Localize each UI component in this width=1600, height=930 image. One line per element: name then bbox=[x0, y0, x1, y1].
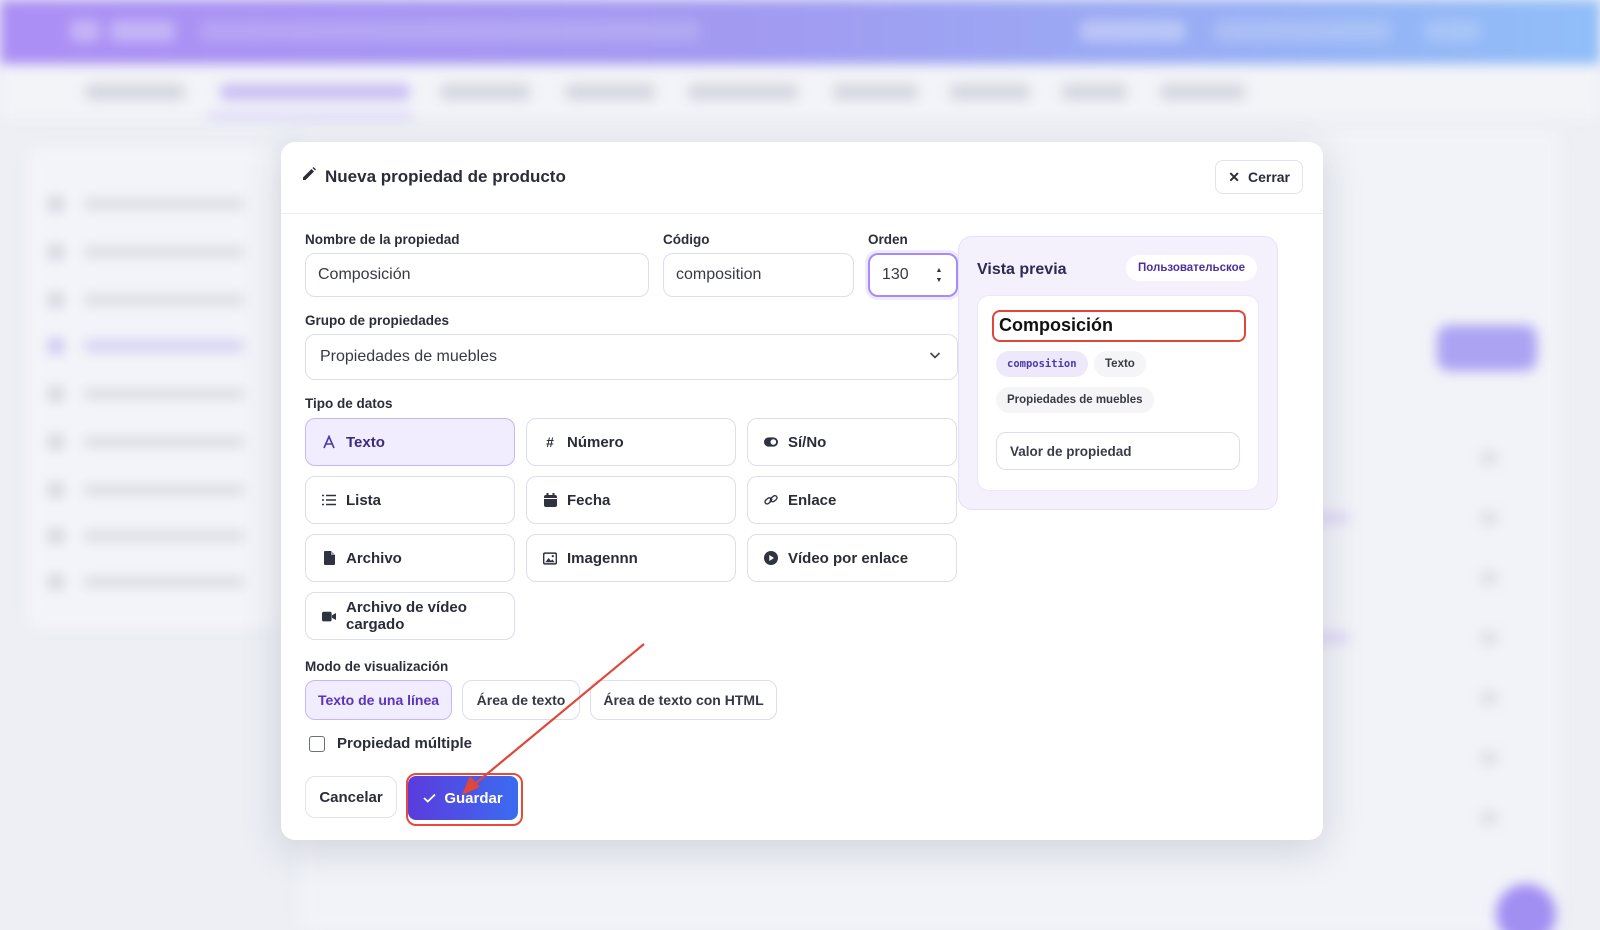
preview-code-chip: composition bbox=[996, 351, 1088, 377]
hash-icon: # bbox=[546, 434, 554, 450]
order-value: 130 bbox=[882, 266, 909, 283]
close-icon: ✕ bbox=[1228, 168, 1240, 185]
type-label-file: Archivo bbox=[346, 549, 402, 567]
order-input[interactable]: 130 ▲ ▼ bbox=[868, 253, 958, 297]
cancel-button[interactable]: Cancelar bbox=[305, 776, 397, 818]
multiple-label: Propiedad múltiple bbox=[337, 735, 473, 752]
play-circle-icon bbox=[764, 551, 778, 565]
close-label: Cerrar bbox=[1247, 169, 1290, 185]
save-button[interactable]: Guardar bbox=[408, 776, 518, 820]
save-label: Guardar bbox=[444, 789, 503, 807]
name-input[interactable]: Composición bbox=[305, 253, 649, 297]
preview-type-chip: Texto bbox=[1094, 351, 1146, 377]
type-image-button[interactable]: Imagennn bbox=[526, 534, 736, 582]
type-label-text: Texto bbox=[346, 433, 385, 451]
pencil-icon bbox=[301, 166, 317, 187]
order-stepper[interactable]: ▲ ▼ bbox=[934, 267, 944, 285]
calendar-icon bbox=[543, 493, 557, 507]
stepper-up-icon[interactable]: ▲ bbox=[936, 267, 943, 275]
image-icon bbox=[543, 551, 557, 565]
mode-single-line-button[interactable]: Texto de una línea bbox=[305, 680, 452, 720]
preview-card: Composición composition Texto Propiedade… bbox=[977, 295, 1259, 491]
type-number-button[interactable]: # Número bbox=[526, 418, 736, 466]
link-icon bbox=[764, 493, 778, 507]
type-label-image: Imagennn bbox=[567, 549, 638, 567]
text-a-icon bbox=[322, 435, 336, 449]
mode-label-html-textarea: Área de texto con HTML bbox=[603, 692, 764, 708]
mode-html-textarea-button[interactable]: Área de texto con HTML bbox=[590, 680, 777, 720]
type-label-date: Fecha bbox=[567, 491, 611, 509]
preview-name: Composición bbox=[999, 315, 1114, 335]
group-label: Grupo de propiedades bbox=[305, 313, 450, 328]
preview-panel: Vista previa Пользовательское Composició… bbox=[958, 236, 1278, 510]
name-label: Nombre de la propiedad bbox=[305, 232, 460, 247]
order-label: Orden bbox=[868, 232, 908, 247]
type-video-link-button[interactable]: Vídeo por enlace bbox=[747, 534, 957, 582]
preview-value-placeholder: Valor de propiedad bbox=[1010, 443, 1132, 459]
video-camera-icon bbox=[322, 609, 336, 623]
mode-textarea-button[interactable]: Área de texto bbox=[462, 680, 580, 720]
type-label-boolean: Sí/No bbox=[788, 433, 827, 451]
type-list-button[interactable]: Lista bbox=[305, 476, 515, 524]
mode-label-single-line: Texto de una línea bbox=[317, 692, 440, 708]
toggle-icon bbox=[764, 435, 778, 449]
type-boolean-button[interactable]: Sí/No bbox=[747, 418, 957, 466]
multiple-checkbox[interactable] bbox=[309, 736, 325, 752]
type-file-button[interactable]: Archivo bbox=[305, 534, 515, 582]
type-label-video-link: Vídeo por enlace bbox=[788, 549, 909, 567]
mode-label: Modo de visualización bbox=[305, 659, 449, 674]
group-select[interactable]: Propiedades de muebles bbox=[305, 334, 958, 380]
check-icon bbox=[423, 790, 436, 807]
stepper-down-icon[interactable]: ▼ bbox=[936, 277, 943, 285]
mode-label-textarea: Área de texto bbox=[476, 692, 566, 708]
cancel-label: Cancelar bbox=[319, 788, 383, 806]
list-icon bbox=[322, 493, 336, 507]
preview-name-highlight: Composición bbox=[992, 310, 1246, 342]
type-label-number: Número bbox=[567, 433, 624, 451]
modal-header: Nueva propiedad de producto ✕ Cerrar bbox=[281, 142, 1323, 214]
chevron-down-icon bbox=[929, 352, 941, 359]
code-input[interactable]: composition bbox=[663, 253, 854, 297]
preview-group-chip: Propiedades de muebles bbox=[996, 387, 1154, 413]
type-video-file-button[interactable]: Archivo de vídeo cargado bbox=[305, 592, 515, 640]
name-value: Composición bbox=[318, 266, 411, 283]
type-label-list: Lista bbox=[346, 491, 382, 509]
preview-badge: Пользовательское bbox=[1126, 255, 1257, 281]
code-value: composition bbox=[676, 266, 762, 283]
type-link-button[interactable]: Enlace bbox=[747, 476, 957, 524]
close-button[interactable]: ✕ Cerrar bbox=[1215, 160, 1303, 194]
type-label-video-file: Archivo de vídeo cargado bbox=[346, 599, 467, 633]
group-value: Propiedades de muebles bbox=[320, 348, 498, 365]
preview-value-input[interactable]: Valor de propiedad bbox=[996, 432, 1240, 470]
preview-title: Vista previa bbox=[977, 261, 1067, 278]
code-label: Código bbox=[663, 232, 710, 247]
modal-title: Nueva propiedad de producto bbox=[301, 166, 566, 187]
new-property-modal: Nueva propiedad de producto ✕ Cerrar Nom… bbox=[281, 142, 1323, 840]
type-date-button[interactable]: Fecha bbox=[526, 476, 736, 524]
type-label: Tipo de datos bbox=[305, 396, 393, 411]
modal-title-text: Nueva propiedad de producto bbox=[325, 166, 566, 186]
type-text-button[interactable]: Texto bbox=[305, 418, 515, 466]
file-icon bbox=[322, 551, 336, 565]
type-label-link: Enlace bbox=[788, 491, 837, 509]
